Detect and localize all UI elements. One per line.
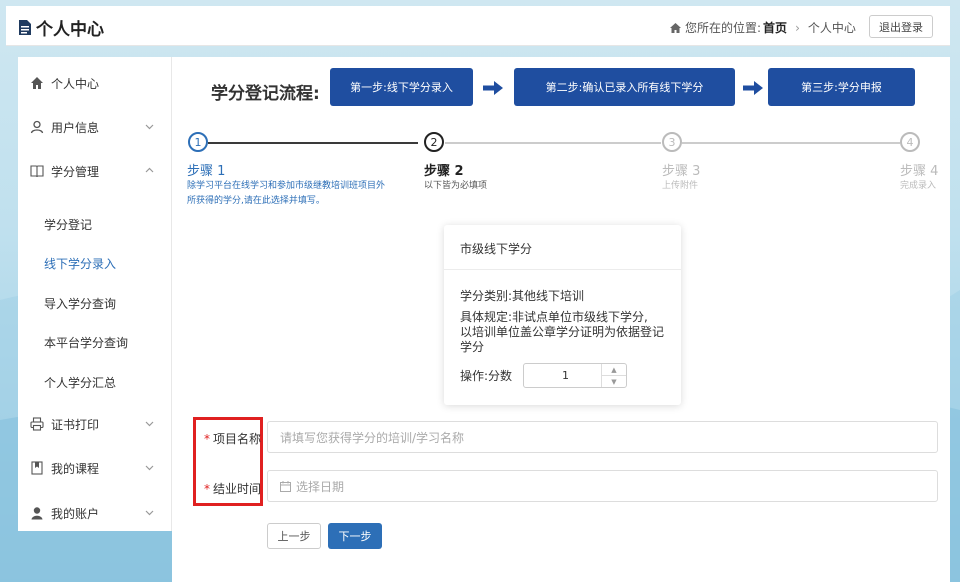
- flow-step-3: 第三步:学分申报: [768, 68, 915, 106]
- arrow-right-icon: [743, 81, 763, 95]
- step-connector-2: [445, 142, 661, 144]
- step-4-circle: 4: [900, 132, 920, 152]
- calendar-icon: [280, 480, 291, 492]
- book-icon: [30, 165, 44, 178]
- logout-button[interactable]: 退出登录: [869, 15, 933, 38]
- next-step-button[interactable]: 下一步: [328, 523, 382, 549]
- required-mark: *: [204, 432, 210, 446]
- sidebar-item-label: 我的课程: [51, 461, 100, 476]
- step-1-circle: 1: [188, 132, 208, 152]
- account-icon: [31, 507, 43, 520]
- main-content: 学分登记流程: 第一步:线下学分录入 第二步:确认已录入所有线下学分 第三步:学…: [172, 57, 950, 582]
- chevron-down-icon: [145, 465, 154, 471]
- flow-step-2: 第二步:确认已录入所有线下学分: [514, 68, 735, 106]
- credit-info-card: 市级线下学分 学分类别:其他线下培训 具体规定:非试点单位市级线下学分, 以培训…: [444, 225, 681, 405]
- sidebar-subitem-credit-register[interactable]: 学分登记: [44, 216, 92, 233]
- end-date-picker[interactable]: 选择日期: [267, 470, 938, 502]
- printer-icon: [30, 417, 44, 431]
- sidebar-item-my-courses[interactable]: 我的课程: [18, 453, 172, 483]
- decrement-icon[interactable]: ▼: [602, 376, 626, 387]
- brand: 个人中心: [18, 15, 104, 40]
- step-1-desc: 除学习平台在线学习和参加市级继教培训班项目外 所获得的学分,请在此选择并填写。: [187, 179, 385, 209]
- page-title: 个人中心: [36, 20, 104, 40]
- sidebar-item-user-info[interactable]: 用户信息: [18, 112, 172, 142]
- flow-step-1: 第一步:线下学分录入: [330, 68, 473, 106]
- sidebar-item-label: 个人中心: [51, 76, 100, 91]
- home-icon: [31, 77, 43, 89]
- bookmark-icon: [31, 461, 43, 475]
- credit-rule-line: 具体规定:非试点单位市级线下学分,: [460, 310, 648, 324]
- sidebar-item-label: 学分管理: [51, 164, 100, 179]
- score-stepper[interactable]: 1 ▲ ▼: [523, 363, 627, 388]
- chevron-down-icon: [145, 421, 154, 427]
- breadcrumb-separator: ›: [795, 20, 800, 35]
- prev-step-button[interactable]: 上一步: [267, 523, 321, 549]
- breadcrumb-current: 个人中心: [807, 21, 856, 35]
- sidebar-item-certificate-print[interactable]: 证书打印: [18, 409, 172, 439]
- sidebar-subitem-offline-credit-entry[interactable]: 线下学分录入: [44, 255, 116, 272]
- sidebar-item-label: 用户信息: [51, 120, 100, 135]
- credit-rule: 具体规定:非试点单位市级线下学分, 以培训单位盖公章学分证明为依据登记 学分: [460, 310, 664, 355]
- sidebar-item-credit-management[interactable]: 学分管理: [18, 156, 172, 186]
- step-1-desc-line: 所获得的学分,请在此选择并填写。: [187, 196, 325, 206]
- increment-icon[interactable]: ▲: [602, 364, 626, 376]
- step-4-desc: 完成录入: [900, 181, 937, 191]
- breadcrumb: 您所在的位置: 首页 › 个人中心: [670, 19, 856, 36]
- location-label: 您所在的位置:: [685, 21, 762, 35]
- step-3-title: 步骤 3: [662, 164, 701, 179]
- step-1-desc-line: 除学习平台在线学习和参加市级继教培训班项目外: [187, 181, 386, 191]
- sidebar-subitem-import-credit-query[interactable]: 导入学分查询: [44, 295, 116, 312]
- step-2-circle: 2: [424, 132, 444, 152]
- stepper-controls: ▲ ▼: [601, 364, 626, 387]
- operation-label: 操作:分数: [460, 369, 513, 383]
- flow-title: 学分登记流程:: [211, 84, 320, 104]
- step-2-desc: 以下皆为必填项: [424, 181, 488, 191]
- date-placeholder: 选择日期: [296, 479, 345, 494]
- chevron-down-icon: [145, 510, 154, 516]
- sidebar-subitem-platform-credit-query[interactable]: 本平台学分查询: [44, 334, 128, 351]
- card-title: 市级线下学分: [444, 225, 681, 270]
- credit-category: 学分类别:其他线下培训: [460, 289, 585, 303]
- top-header: 个人中心 您所在的位置: 首页 › 个人中心 退出登录: [6, 6, 950, 46]
- sidebar-item-my-account[interactable]: 我的账户: [18, 498, 172, 528]
- sidebar-item-personal-center[interactable]: 个人中心: [18, 68, 172, 98]
- project-name-input[interactable]: 请填写您获得学分的培训/学习名称: [267, 421, 938, 453]
- project-name-label-text: 项目名称: [213, 432, 262, 446]
- user-icon: [30, 120, 44, 134]
- chevron-down-icon: [145, 124, 154, 130]
- breadcrumb-home[interactable]: 首页: [763, 19, 787, 36]
- home-icon: [670, 22, 681, 33]
- sidebar-item-label: 证书打印: [51, 417, 100, 432]
- score-value[interactable]: 1: [524, 364, 601, 387]
- step-connector-3: [682, 142, 900, 144]
- step-1-title: 步骤 1: [187, 164, 226, 179]
- step-4-title: 步骤 4: [900, 164, 939, 179]
- step-3-desc: 上传附件: [662, 181, 699, 191]
- document-icon: [19, 20, 31, 35]
- project-name-label: * 项目名称: [204, 430, 261, 447]
- sidebar: 个人中心 用户信息 学分管理 学分登记 线下学分录入 导入学分查询 本平台学分查…: [18, 57, 172, 531]
- end-time-label: * 结业时间: [204, 480, 261, 497]
- sidebar-item-label: 我的账户: [51, 506, 100, 521]
- chevron-up-icon: [145, 167, 154, 173]
- end-time-label-text: 结业时间: [213, 482, 262, 496]
- arrow-right-icon: [483, 81, 503, 95]
- step-3-circle: 3: [662, 132, 682, 152]
- sidebar-subitem-personal-credit-summary[interactable]: 个人学分汇总: [44, 374, 116, 391]
- step-2-title: 步骤 2: [424, 164, 464, 179]
- required-mark: *: [204, 482, 210, 496]
- step-connector-1: [208, 142, 418, 144]
- credit-rule-line: 以培训单位盖公章学分证明为依据登记: [460, 325, 665, 339]
- credit-rule-line: 学分: [460, 340, 485, 354]
